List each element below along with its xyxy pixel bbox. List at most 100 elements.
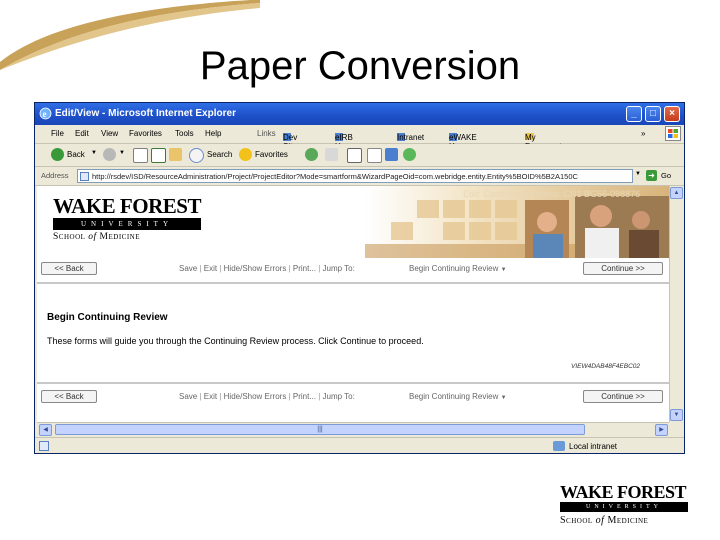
scroll-right-icon[interactable]: ▶	[655, 424, 668, 436]
link-intranet-label: Intranet	[397, 133, 425, 142]
chevron-down-icon: ▼	[500, 395, 507, 401]
logo-medicine-word: Medicine	[96, 232, 140, 242]
stop-icon[interactable]	[133, 148, 148, 163]
save-link[interactable]: Save	[179, 264, 197, 273]
history-icon[interactable]	[305, 148, 318, 161]
wake-forest-logo: WAKE FOREST UNIVERSITY School of Medicin…	[53, 196, 213, 242]
continue-button-top[interactable]: Continue >>	[583, 262, 663, 275]
scroll-down-icon[interactable]: ▼	[670, 409, 683, 421]
back-dropdown-icon[interactable]: ▼	[91, 150, 97, 156]
jump-to-label: Jump To:	[322, 392, 355, 401]
exit-link[interactable]: Exit	[204, 264, 217, 273]
jump-to-value: Begin Continuing Review	[409, 392, 499, 401]
nav-row-top: << Back Save | Exit | Hide/Show Errors |…	[37, 260, 669, 278]
print-icon[interactable]	[367, 148, 382, 163]
nav-links-top: Save | Exit | Hide/Show Errors | Print..…	[179, 264, 355, 273]
menu-help[interactable]: Help	[205, 129, 221, 138]
menu-edit[interactable]: Edit	[75, 129, 89, 138]
page-done-icon	[39, 441, 49, 451]
chevron-more-icon[interactable]: »	[641, 129, 645, 138]
page-heading: Begin Continuing Review	[47, 312, 168, 323]
menu-bar: File Edit View Favorites Tools Help Link…	[35, 125, 684, 151]
save-link[interactable]: Save	[179, 392, 197, 401]
menu-view[interactable]: View	[101, 129, 118, 138]
slide-title: Paper Conversion	[199, 44, 521, 88]
scroll-left-icon[interactable]: ◀	[39, 424, 52, 436]
logo-university: UNIVERSITY	[53, 218, 201, 230]
back-button-bottom[interactable]: << Back	[41, 390, 97, 403]
messenger-icon[interactable]	[403, 148, 416, 161]
intranet-zone-icon	[553, 441, 565, 451]
logo-school-word: School	[53, 232, 89, 242]
footer-logo-school-word: School	[560, 515, 596, 526]
nav-row-bottom: << Back Save | Exit | Hide/Show Errors |…	[37, 388, 669, 406]
status-bar: Local intranet	[35, 437, 684, 453]
footer-logo-medicine-word: Medicine	[604, 515, 649, 526]
search-icon[interactable]	[189, 148, 204, 163]
site-banner: WAKE FOREST UNIVERSITY School of Medicin…	[37, 186, 669, 258]
jump-to-select-bottom[interactable]: Begin Continuing Review ▼	[409, 392, 507, 401]
hide-show-errors-link[interactable]: Hide/Show Errors	[224, 392, 287, 401]
svg-text:e: e	[43, 109, 47, 119]
forward-arrow-icon[interactable]	[103, 148, 116, 161]
footer-logo-school-of-medicine: School of Medicine	[560, 515, 700, 526]
horizontal-scrollbar[interactable]: ◀ ||| ▶	[37, 422, 669, 437]
scroll-up-icon[interactable]: ▲	[670, 187, 683, 199]
go-button-label[interactable]: Go	[661, 171, 671, 180]
address-label: Address	[41, 171, 69, 180]
mail-icon[interactable]	[325, 148, 338, 161]
browser-window: e Edit/View - Microsoft Internet Explore…	[34, 102, 685, 454]
menu-favorites[interactable]: Favorites	[129, 129, 162, 138]
address-dropdown-icon[interactable]: ▼	[635, 171, 641, 177]
address-bar: Address http://rsdev/ISD/ResourceAdminis…	[35, 167, 684, 186]
address-input[interactable]: http://rsdev/ISD/ResourceAdministration/…	[77, 169, 633, 183]
menu-tools[interactable]: Tools	[175, 129, 194, 138]
jump-to-value: Begin Continuing Review	[409, 264, 499, 273]
menu-file[interactable]: File	[51, 129, 64, 138]
logo-school-of-medicine: School of Medicine	[53, 232, 213, 242]
view-code: VIEW4DAB48F4EBC02	[571, 363, 641, 370]
maximize-button[interactable]: □	[645, 106, 661, 122]
page-content: WAKE FOREST UNIVERSITY School of Medicin…	[37, 186, 669, 422]
continue-button-bottom[interactable]: Continue >>	[583, 390, 663, 403]
search-button-label[interactable]: Search	[207, 150, 232, 159]
favorites-button-label[interactable]: Favorites	[255, 150, 288, 159]
chevron-down-icon: ▼	[500, 267, 507, 273]
back-button-top[interactable]: << Back	[41, 262, 97, 275]
vertical-scrollbar[interactable]: ▲ ▼	[669, 186, 684, 422]
internet-explorer-icon: e	[39, 107, 52, 120]
title-bar[interactable]: e Edit/View - Microsoft Internet Explore…	[35, 103, 684, 125]
divider-bottom	[37, 382, 669, 384]
print-link[interactable]: Print...	[293, 264, 316, 273]
go-arrow-icon[interactable]: ➜	[646, 170, 657, 181]
page-icon	[80, 172, 89, 181]
discuss-icon[interactable]	[385, 148, 398, 161]
close-button[interactable]: ×	[664, 106, 680, 122]
links-label: Links	[257, 129, 276, 138]
back-button-label[interactable]: Back	[67, 150, 85, 159]
horizontal-scroll-thumb[interactable]: |||	[55, 424, 585, 435]
minimize-button[interactable]: _	[626, 106, 642, 122]
exit-link[interactable]: Exit	[204, 392, 217, 401]
footer-logo-university: UNIVERSITY	[560, 502, 688, 512]
address-url: http://rsdev/ISD/ResourceAdministration/…	[92, 172, 578, 181]
nav-links-bottom: Save | Exit | Hide/Show Errors | Print..…	[179, 392, 355, 401]
back-arrow-icon[interactable]	[51, 148, 64, 161]
window-title: Edit/View - Microsoft Internet Explorer	[55, 108, 236, 119]
standard-toolbar: Back ▼ ▼ Search Favorites	[35, 144, 684, 167]
jump-to-label: Jump To:	[322, 264, 355, 273]
favorites-star-icon[interactable]	[239, 148, 252, 161]
forward-dropdown-icon[interactable]: ▼	[119, 150, 125, 156]
print-link[interactable]: Print...	[293, 392, 316, 401]
security-zone-label: Local intranet	[569, 442, 618, 451]
page-instructions: These forms will guide you through the C…	[47, 336, 424, 346]
refresh-icon[interactable]	[151, 148, 166, 163]
footer-logo-wake-forest: WAKE FOREST	[560, 482, 687, 502]
jump-to-select-top[interactable]: Begin Continuing Review ▼	[409, 264, 507, 273]
home-icon[interactable]	[169, 148, 182, 161]
divider-top	[37, 282, 669, 284]
windows-flag-icon	[665, 126, 681, 141]
wake-forest-logo-footer: WAKE FOREST UNIVERSITY School of Medicin…	[560, 483, 700, 526]
word-icon[interactable]	[347, 148, 362, 163]
hide-show-errors-link[interactable]: Hide/Show Errors	[224, 264, 287, 273]
